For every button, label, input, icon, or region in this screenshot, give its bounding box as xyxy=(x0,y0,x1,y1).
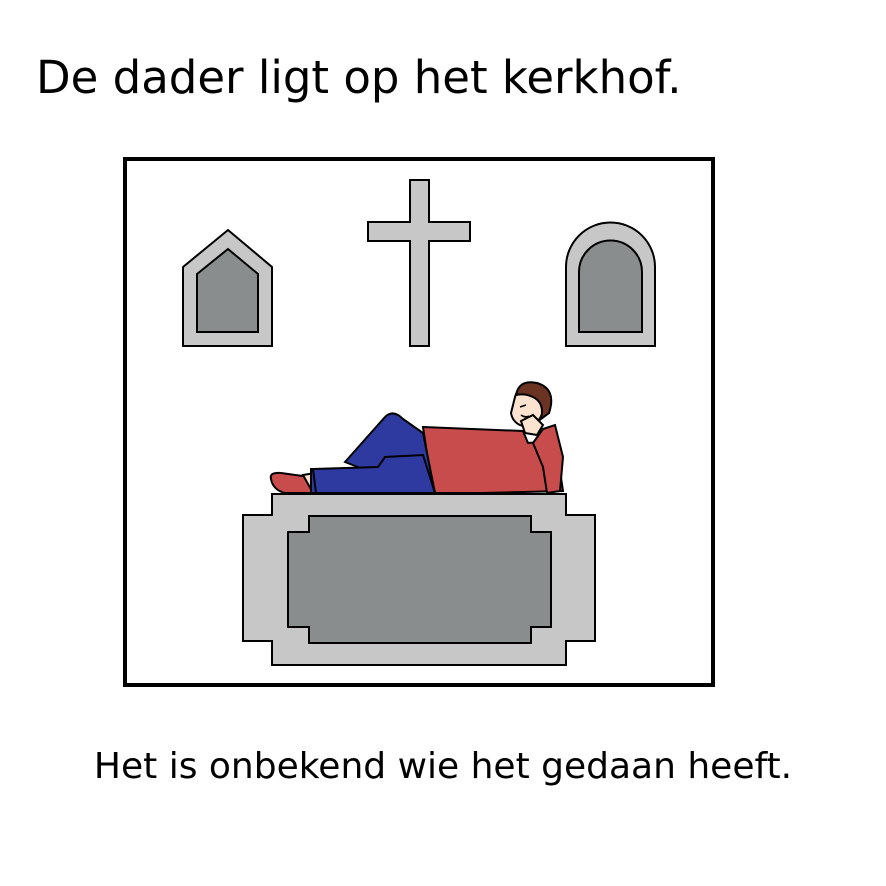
rounded-gravestone-icon xyxy=(565,221,656,347)
tomb-icon xyxy=(242,493,596,666)
caption-text: Het is onbekend wie het gedaan heeft. xyxy=(93,746,793,787)
illustration-frame xyxy=(123,157,715,687)
page-title: De dader ligt op het kerkhof. xyxy=(36,51,682,104)
